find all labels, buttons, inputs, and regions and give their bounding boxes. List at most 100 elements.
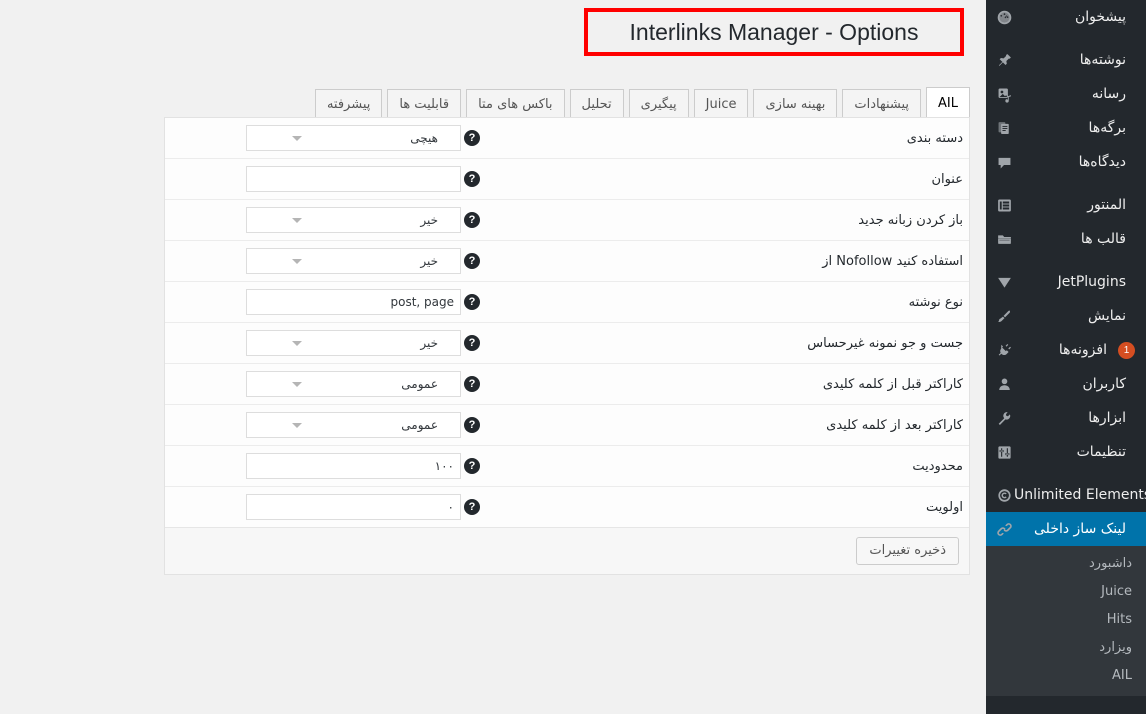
tab-5[interactable]: پیگیری [628, 89, 689, 119]
options-panel: هیچی? دسته بندی? عنوان خیر? باز کردن زبانه ج… [164, 117, 970, 575]
page-title: Interlinks Manager - Options [629, 18, 919, 45]
help-icon[interactable]: ? [464, 253, 480, 269]
tab-9[interactable]: پیشرفته [314, 89, 383, 119]
sidebar-item-6[interactable]: المنتور [986, 188, 1146, 222]
tab-6[interactable]: تحلیل [569, 89, 624, 119]
sidebar-submenu-item-4[interactable]: ویزارد [986, 634, 1146, 662]
field-cell: خیر? [165, 207, 495, 233]
sidebar-item-13[interactable]: تنظیمات [986, 435, 1146, 469]
form-row-10: ? اولویت [165, 487, 969, 528]
form-row-6: خیر? جست و جو نمونه غیرحساس [165, 323, 969, 364]
tab-7[interactable]: باکس های متا [466, 89, 565, 119]
pin-icon [994, 52, 1014, 69]
panel-footer: ذخیره تغییرات [165, 528, 969, 574]
help-icon[interactable]: ? [464, 376, 480, 392]
form-row-4: خیر? از Nofollow استفاده کنید [165, 241, 969, 282]
field-cell: ? [165, 289, 495, 315]
sidebar-submenu-item-1[interactable]: داشبورد [986, 550, 1146, 578]
folder-icon [994, 231, 1014, 248]
field-wrapper: خیر [246, 207, 461, 233]
sidebar-item-8[interactable]: JetPlugins [986, 265, 1146, 299]
field-wrapper [246, 166, 461, 192]
field-wrapper: خیر [246, 248, 461, 274]
field-label-2: عنوان [931, 171, 963, 187]
select-8[interactable]: عمومی [246, 412, 461, 438]
tab-1[interactable]: AIL [926, 87, 970, 119]
appearance-brush-icon [994, 308, 1014, 325]
field-label-6: جست و جو نمونه غیرحساس [807, 335, 963, 351]
tab-2[interactable]: پیشنهادات [842, 89, 922, 119]
form-row-5: ? نوع نوشته [165, 282, 969, 323]
text-input-2[interactable] [246, 166, 461, 192]
help-icon[interactable]: ? [464, 335, 480, 351]
select-3[interactable]: خیر [246, 207, 461, 233]
sidebar-item-5[interactable]: دیدگاه‌ها [986, 145, 1146, 179]
field-label-7: کاراکتر قبل از کلمه کلیدی [822, 376, 963, 392]
text-input-9[interactable] [246, 453, 461, 479]
sidebar-update-badge: 1 [1118, 341, 1135, 359]
field-cell: ? [165, 494, 495, 520]
field-wrapper: خیر [246, 330, 461, 356]
select-4[interactable]: خیر [246, 248, 461, 274]
sidebar-item-label: لینک ساز داخلی [1034, 521, 1126, 537]
text-input-10[interactable] [246, 494, 461, 520]
help-icon[interactable]: ? [464, 294, 480, 310]
field-wrapper [246, 289, 461, 315]
content-area: Interlinks Manager - Options AIL پیشنهادا… [0, 0, 986, 714]
sidebar-item-7[interactable]: قالب ها [986, 222, 1146, 256]
select-wrapper: خیر [246, 330, 461, 356]
sidebar-item-2[interactable]: نوشته‌ها [986, 43, 1146, 77]
sidebar-item-10[interactable]: افزونه‌ها 1 [986, 333, 1146, 367]
help-icon[interactable]: ? [464, 417, 480, 433]
users-icon [994, 376, 1014, 393]
tab-3[interactable]: بهینه سازی [753, 89, 838, 119]
tab-4[interactable]: Juice [693, 89, 749, 119]
select-1[interactable]: هیچی [246, 125, 461, 151]
select-wrapper: هیچی [246, 125, 461, 151]
sidebar-item-label: قالب ها [1080, 231, 1126, 247]
menu-separator [986, 34, 1146, 43]
text-input-5[interactable] [246, 289, 461, 315]
sidebar-submenu-item-2[interactable]: Juice [986, 578, 1146, 606]
sidebar-item-4[interactable]: برگه‌ها [986, 111, 1146, 145]
select-6[interactable]: خیر [246, 330, 461, 356]
link-chain-icon [994, 521, 1014, 538]
form-row-2: ? عنوان [165, 159, 969, 200]
sidebar-item-3[interactable]: رسانه [986, 77, 1146, 111]
elementor-icon [994, 197, 1014, 214]
select-7[interactable]: عمومی [246, 371, 461, 397]
menu-separator [986, 256, 1146, 265]
sidebar-item-11[interactable]: کاربران [986, 367, 1146, 401]
sidebar-item-label: المنتور [1087, 197, 1126, 213]
sidebar-submenu-item-5[interactable]: AIL [986, 662, 1146, 690]
page-title-highlight-box: Interlinks Manager - Options [584, 8, 964, 56]
jet-triangle-icon [994, 274, 1014, 291]
save-changes-button[interactable]: ذخیره تغییرات [856, 537, 959, 565]
sidebar-item-label: Unlimited Elements [1014, 487, 1146, 503]
sidebar-item-label: رسانه [1091, 86, 1126, 102]
pages-icon [994, 120, 1014, 137]
field-wrapper: عمومی [246, 412, 461, 438]
help-icon[interactable]: ? [464, 499, 480, 515]
sidebar-item-12[interactable]: ابزارها [986, 401, 1146, 435]
field-cell: خیر? [165, 330, 495, 356]
field-wrapper: عمومی [246, 371, 461, 397]
menu-separator [986, 179, 1146, 188]
plugin-icon [994, 342, 1014, 359]
help-icon[interactable]: ? [464, 171, 480, 187]
sidebar-item-1[interactable]: پیشخوان [986, 0, 1146, 34]
unlimited-elements-icon [994, 487, 1014, 504]
form-row-9: ? محدودیت [165, 446, 969, 487]
tab-8[interactable]: قابلیت ها [387, 89, 462, 119]
help-icon[interactable]: ? [464, 458, 480, 474]
help-icon[interactable]: ? [464, 212, 480, 228]
sidebar-item-9[interactable]: نمایش [986, 299, 1146, 333]
field-wrapper: هیچی [246, 125, 461, 151]
sidebar-item-14[interactable]: Unlimited Elements [986, 478, 1146, 512]
field-label-8: کاراکتر بعد از کلمه کلیدی [826, 417, 963, 433]
sidebar-item-label: نمایش [1087, 308, 1126, 324]
help-icon[interactable]: ? [464, 130, 480, 146]
sidebar-item-15[interactable]: لینک ساز داخلی [986, 512, 1146, 546]
field-label-3: باز کردن زبانه جدید [858, 212, 963, 228]
sidebar-submenu-item-3[interactable]: Hits [986, 606, 1146, 634]
